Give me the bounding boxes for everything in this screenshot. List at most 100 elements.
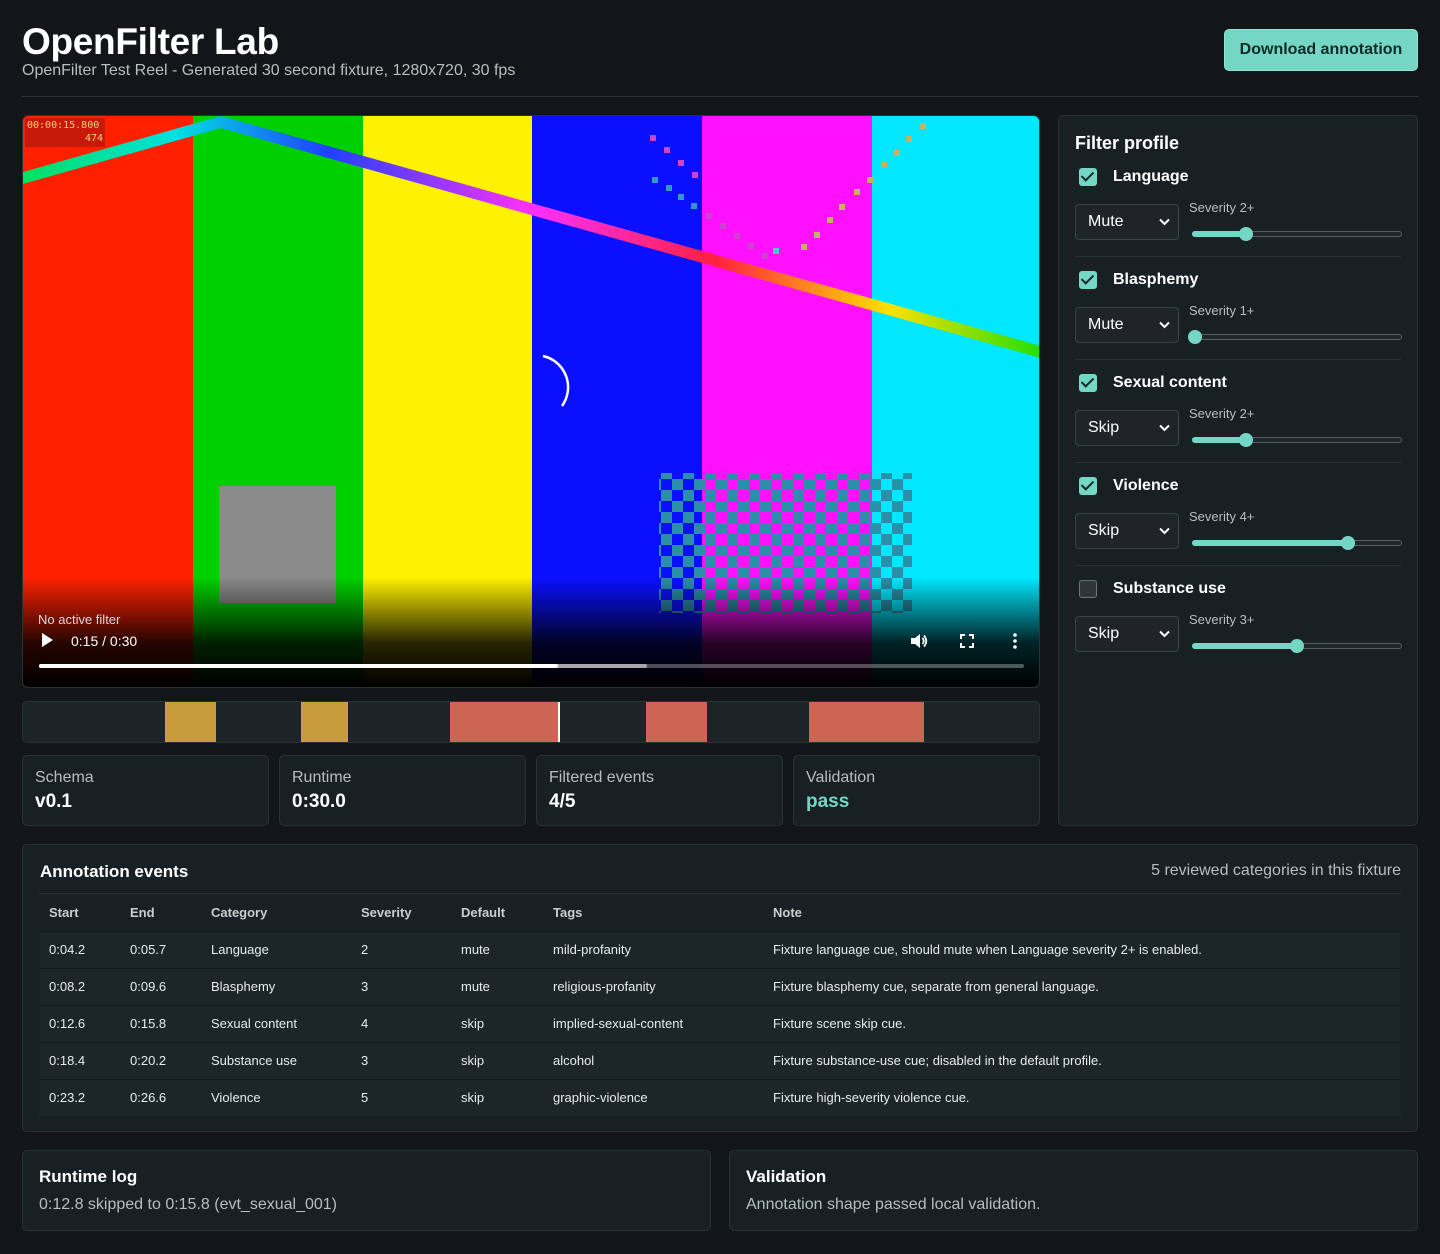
severity-slider[interactable]	[1192, 226, 1402, 242]
filter-profile-panel: Filter profile Language Mute Severity 2+ Bl…	[1058, 115, 1418, 826]
chevron-down-icon	[1159, 218, 1170, 226]
table-cell: Blasphemy	[201, 967, 351, 1005]
checkbox-unchecked-icon[interactable]	[1079, 580, 1097, 598]
severity-slider[interactable]	[1192, 535, 1402, 551]
stat-label: Schema	[35, 769, 94, 786]
action-select[interactable]: Mute	[1075, 307, 1179, 343]
app-subtitle: OpenFilter Test Reel - Generated 30 seco…	[22, 62, 516, 79]
runtime-log-title: Runtime log	[39, 1167, 138, 1186]
play-icon[interactable]	[40, 632, 54, 648]
stat-card-runtime: Runtime 0:30.0	[279, 755, 526, 826]
timeline-playhead[interactable]	[558, 702, 561, 742]
checkbox-checked-icon[interactable]	[1079, 477, 1097, 495]
column-header-note: Note	[773, 904, 802, 920]
timeline-segment-skip[interactable]	[449, 702, 559, 742]
table-row[interactable]: 0:23.2 0:26.6 Violence 5 skip graphic-violenc…	[39, 1078, 1401, 1116]
table-cell: 2	[351, 930, 451, 968]
timeline-segment-skip[interactable]	[808, 702, 924, 742]
category-name: Language	[1113, 168, 1189, 185]
table-cell: 3	[351, 967, 451, 1005]
table-cell: 0:20.2	[120, 1041, 201, 1079]
table-row[interactable]: 0:04.2 0:05.7 Language 2 mute mild-profanity F…	[39, 930, 1401, 968]
annotation-events-panel: Annotation events 5 reviewed categories …	[22, 844, 1418, 1132]
slider-thumb[interactable]	[1341, 536, 1355, 550]
validation-title: Validation	[746, 1167, 827, 1186]
table-row[interactable]: 0:08.2 0:09.6 Blasphemy 3 mute religious-prof…	[39, 967, 1401, 1005]
slider-thumb[interactable]	[1188, 330, 1202, 344]
event-timeline[interactable]	[22, 701, 1040, 743]
column-header-tags: Tags	[553, 904, 583, 920]
validation-text: Annotation shape passed local validation…	[746, 1196, 1041, 1213]
annotation-events-table: Start End Category Severity Default Tags Note …	[39, 894, 1401, 1116]
download-annotation-button[interactable]: Download annotation	[1224, 29, 1418, 71]
frame-number: 474	[84, 133, 103, 144]
slider-thumb[interactable]	[1239, 433, 1253, 447]
action-select[interactable]: Skip	[1075, 513, 1179, 549]
severity-label: Severity 2+	[1189, 406, 1255, 421]
runtime-log-card: Runtime log 0:12.8 skipped to 0:15.8 (ev…	[22, 1150, 711, 1231]
timecode-text: 00:00:15.800	[27, 120, 100, 131]
severity-slider[interactable]	[1192, 432, 1402, 448]
more-vertical-icon[interactable]	[1005, 631, 1025, 651]
table-cell: Fixture scene skip cue.	[763, 1004, 1401, 1042]
filter-category-language: Language Mute Severity 2+	[1075, 154, 1402, 257]
checkbox-checked-icon[interactable]	[1079, 271, 1097, 289]
table-cell: 4	[351, 1004, 451, 1042]
category-toggle[interactable]: Substance use	[1079, 578, 1226, 600]
severity-slider[interactable]	[1192, 638, 1402, 654]
fullscreen-icon[interactable]	[957, 631, 977, 651]
table-cell: 0:08.2	[39, 967, 120, 1005]
table-cell: Fixture language cue, should mute when L…	[763, 930, 1401, 968]
category-toggle[interactable]: Sexual content	[1079, 372, 1227, 394]
timeline-segment-mute[interactable]	[300, 702, 349, 742]
severity-label: Severity 4+	[1189, 509, 1255, 524]
table-row[interactable]: 0:18.4 0:20.2 Substance use 3 skip alcohol Fix…	[39, 1041, 1401, 1079]
table-cell: implied-sexual-content	[543, 1004, 763, 1042]
action-select[interactable]: Skip	[1075, 616, 1179, 652]
slider-fill	[1192, 643, 1297, 649]
timecode-overlay: 00:00:15.800 474	[25, 118, 105, 147]
slider-thumb[interactable]	[1239, 227, 1253, 241]
category-toggle[interactable]: Violence	[1079, 475, 1179, 497]
table-cell: mute	[451, 967, 543, 1005]
table-cell: Fixture high-severity violence cue.	[763, 1078, 1401, 1116]
severity-label: Severity 1+	[1189, 303, 1255, 318]
validation-card: Validation Annotation shape passed local…	[729, 1150, 1418, 1231]
stat-card-filtered-events: Filtered events 4/5	[536, 755, 783, 826]
runtime-log-text: 0:12.8 skipped to 0:15.8 (evt_sexual_001…	[39, 1196, 337, 1213]
app-title: OpenFilter Lab	[22, 21, 279, 62]
table-cell: Violence	[201, 1078, 351, 1116]
time-readout: 0:15 / 0:30	[71, 633, 138, 649]
stat-card-validation: Validation pass	[793, 755, 1040, 826]
seek-bar[interactable]	[39, 664, 1024, 668]
video-player[interactable]: 00:00:15.800 474 No active filter 0:15 /…	[22, 115, 1040, 688]
table-cell: Substance use	[201, 1041, 351, 1079]
action-select[interactable]: Skip	[1075, 410, 1179, 446]
table-cell: skip	[451, 1004, 543, 1042]
action-select[interactable]: Mute	[1075, 204, 1179, 240]
slider-thumb[interactable]	[1290, 639, 1304, 653]
stat-label: Runtime	[292, 769, 352, 786]
table-cell: skip	[451, 1041, 543, 1079]
table-cell: 0:12.6	[39, 1004, 120, 1042]
severity-slider[interactable]	[1188, 329, 1402, 345]
filter-profile-title: Filter profile	[1075, 133, 1180, 153]
table-row[interactable]: 0:12.6 0:15.8 Sexual content 4 skip implied-s…	[39, 1004, 1401, 1042]
checkbox-checked-icon[interactable]	[1079, 168, 1097, 186]
table-cell: mute	[451, 930, 543, 968]
volume-icon[interactable]	[909, 631, 929, 651]
table-cell: Language	[201, 930, 351, 968]
chevron-down-icon	[1159, 424, 1170, 432]
category-toggle[interactable]: Language	[1079, 166, 1189, 188]
severity-label: Severity 3+	[1189, 612, 1255, 627]
annotation-events-meta: 5 reviewed categories in this fixture	[1151, 862, 1401, 879]
category-toggle[interactable]: Blasphemy	[1079, 269, 1198, 291]
active-filter-status: No active filter	[38, 612, 121, 627]
column-header-severity: Severity	[361, 904, 412, 920]
header: OpenFilter Lab OpenFilter Test Reel - Ge…	[22, 22, 1418, 97]
checkbox-checked-icon[interactable]	[1079, 374, 1097, 392]
action-select-value: Skip	[1088, 625, 1120, 642]
timeline-segment-skip[interactable]	[646, 702, 708, 742]
table-cell: 0:18.4	[39, 1041, 120, 1079]
timeline-segment-mute[interactable]	[165, 702, 217, 742]
